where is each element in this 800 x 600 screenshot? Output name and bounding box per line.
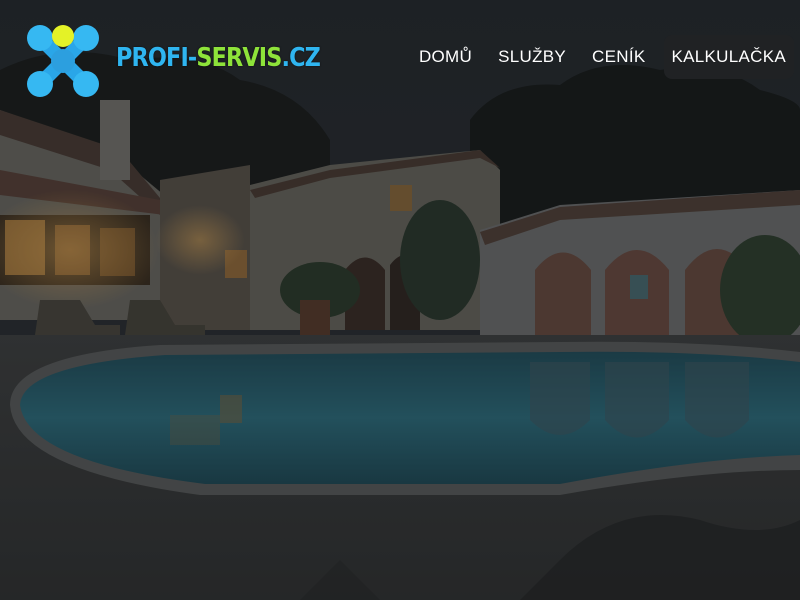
logo-text-part3: .CZ — [281, 43, 321, 73]
logo-text-part1: PROFI- — [116, 43, 197, 73]
logo-text: PROFI-SERVIS.CZ — [116, 43, 321, 73]
site-header: PROFI-SERVIS.CZ DOMŮ SLUŽBY CENÍK KALKUL… — [0, 0, 800, 110]
logo-text-part2: SERVIS — [196, 43, 282, 73]
nav-item-kalkulacka[interactable]: KALKULAČKA — [663, 35, 794, 79]
nav-item-sluzby[interactable]: SLUŽBY — [490, 35, 574, 79]
site-logo[interactable]: PROFI-SERVIS.CZ — [26, 24, 353, 98]
x-molecule-logo-icon — [27, 25, 99, 97]
main-nav: DOMŮ SLUŽBY CENÍK KALKULAČKA — [401, 35, 794, 79]
hero-section: PROFI-SERVIS.CZ DOMŮ SLUŽBY CENÍK KALKUL… — [0, 0, 800, 600]
nav-item-cenik[interactable]: CENÍK — [584, 35, 653, 79]
nav-item-domu[interactable]: DOMŮ — [411, 35, 480, 79]
